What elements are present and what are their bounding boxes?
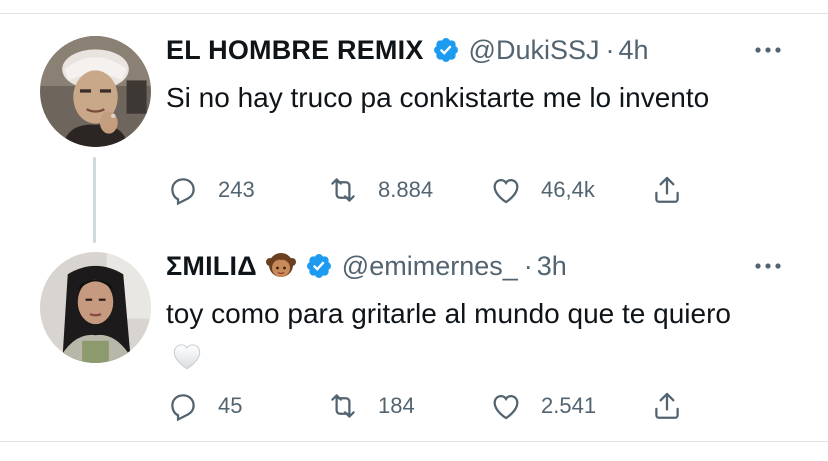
bottom-divider	[0, 441, 828, 442]
retweet-button[interactable]: 8.884	[326, 172, 433, 208]
tweet-text-content: toy como para gritarle al mundo que te q…	[166, 298, 731, 329]
thread-connector-line	[93, 157, 96, 243]
top-divider	[0, 13, 828, 14]
timestamp[interactable]: 4h	[618, 35, 648, 66]
share-icon	[650, 173, 684, 207]
display-name[interactable]: EL HOMBRE REMIX	[166, 35, 424, 66]
reply-button[interactable]: 45	[166, 388, 242, 424]
heart-icon	[489, 389, 523, 423]
reply-count: 243	[218, 177, 255, 202]
separator-dot: ·	[523, 250, 533, 281]
like-button[interactable]: 46,4k	[489, 172, 595, 208]
like-count: 46,4k	[541, 177, 595, 202]
more-options-icon[interactable]	[752, 256, 784, 276]
avatar[interactable]	[40, 36, 151, 147]
timestamp[interactable]: 3h	[537, 251, 567, 282]
reply-button[interactable]: 243	[166, 172, 255, 208]
retweet-count: 184	[378, 393, 415, 418]
white-heart-emoji-icon	[170, 339, 204, 373]
tweet-text-content: Si no hay truco pa conkistarte me lo inv…	[166, 82, 710, 113]
reply-count: 45	[218, 393, 243, 418]
user-handle[interactable]: @DukiSSJ	[469, 35, 600, 66]
verified-badge-icon	[432, 36, 460, 64]
more-options-icon[interactable]	[752, 40, 784, 60]
tweet-text: Si no hay truco pa conkistarte me lo inv…	[166, 76, 766, 120]
heart-icon	[489, 173, 523, 207]
separator-dot: ·	[605, 34, 615, 65]
tweet-text: toy como para gritarle al mundo que te q…	[166, 292, 766, 380]
user-handle[interactable]: @emimernes_	[342, 251, 518, 282]
share-button[interactable]	[650, 172, 684, 208]
verified-badge-icon	[305, 252, 333, 280]
share-button[interactable]	[650, 388, 684, 424]
tweet-actions: 45 184 2.541	[166, 388, 696, 424]
avatar[interactable]	[40, 252, 151, 363]
tweet-header: ΣMILIΔ @emimernes_ · 3h	[166, 246, 567, 286]
tweet-actions: 243 8.884 46,4k	[166, 172, 696, 208]
retweet-button[interactable]: 184	[326, 388, 415, 424]
retweet-icon	[326, 173, 360, 207]
tweet-header: EL HOMBRE REMIX @DukiSSJ · 4h	[166, 30, 649, 70]
like-button[interactable]: 2.541	[489, 388, 596, 424]
display-name[interactable]: ΣMILIΔ	[166, 251, 257, 282]
share-icon	[650, 389, 684, 423]
girl-emoji-icon	[265, 250, 297, 282]
retweet-icon	[326, 389, 360, 423]
reply-icon	[166, 173, 200, 207]
reply-icon	[166, 389, 200, 423]
like-count: 2.541	[541, 393, 597, 418]
retweet-count: 8.884	[378, 177, 434, 202]
